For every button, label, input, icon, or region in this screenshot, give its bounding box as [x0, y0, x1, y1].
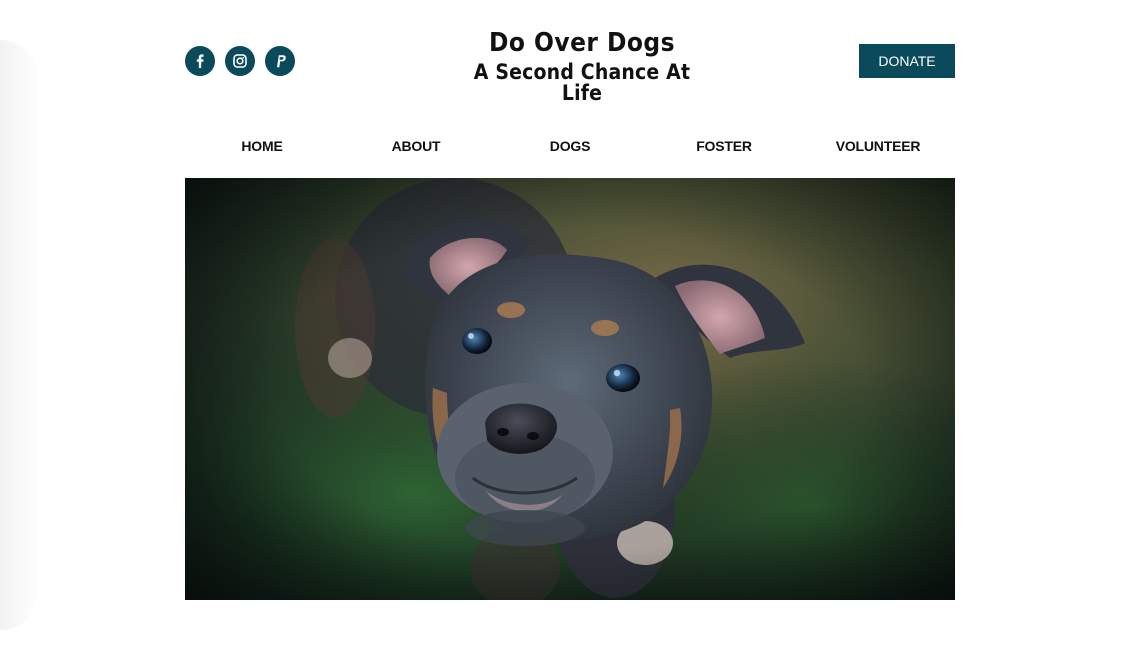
nav-item-home[interactable]: HOME	[185, 132, 339, 160]
site-header: Do Over Dogs A Second Chance At Life DON…	[185, 28, 955, 104]
nav-item-volunteer[interactable]: VOLUNTEER	[801, 132, 955, 160]
social-links	[185, 46, 295, 76]
hero-image	[185, 178, 955, 600]
main-nav: HOME ABOUT DOGS FOSTER VOLUNTEER	[185, 132, 955, 160]
instagram-button[interactable]	[225, 46, 255, 76]
site-logo[interactable]: Do Over Dogs A Second Chance At Life	[455, 28, 709, 104]
side-panel-shadow	[0, 40, 40, 630]
donate-button[interactable]: DONATE	[859, 44, 955, 78]
logo-subtitle: A Second Chance At Life	[473, 60, 691, 105]
nav-item-dogs[interactable]: DOGS	[493, 132, 647, 160]
facebook-icon	[196, 54, 204, 68]
puppy-photo	[185, 178, 955, 600]
instagram-icon	[233, 54, 247, 68]
facebook-button[interactable]	[185, 46, 215, 76]
logo-title: Do Over Dogs	[489, 28, 675, 58]
nav-item-about[interactable]: ABOUT	[339, 132, 493, 160]
nav-item-foster[interactable]: FOSTER	[647, 132, 801, 160]
paypal-icon	[277, 55, 286, 68]
page: Do Over Dogs A Second Chance At Life DON…	[0, 0, 1139, 666]
paypal-button[interactable]	[265, 46, 295, 76]
